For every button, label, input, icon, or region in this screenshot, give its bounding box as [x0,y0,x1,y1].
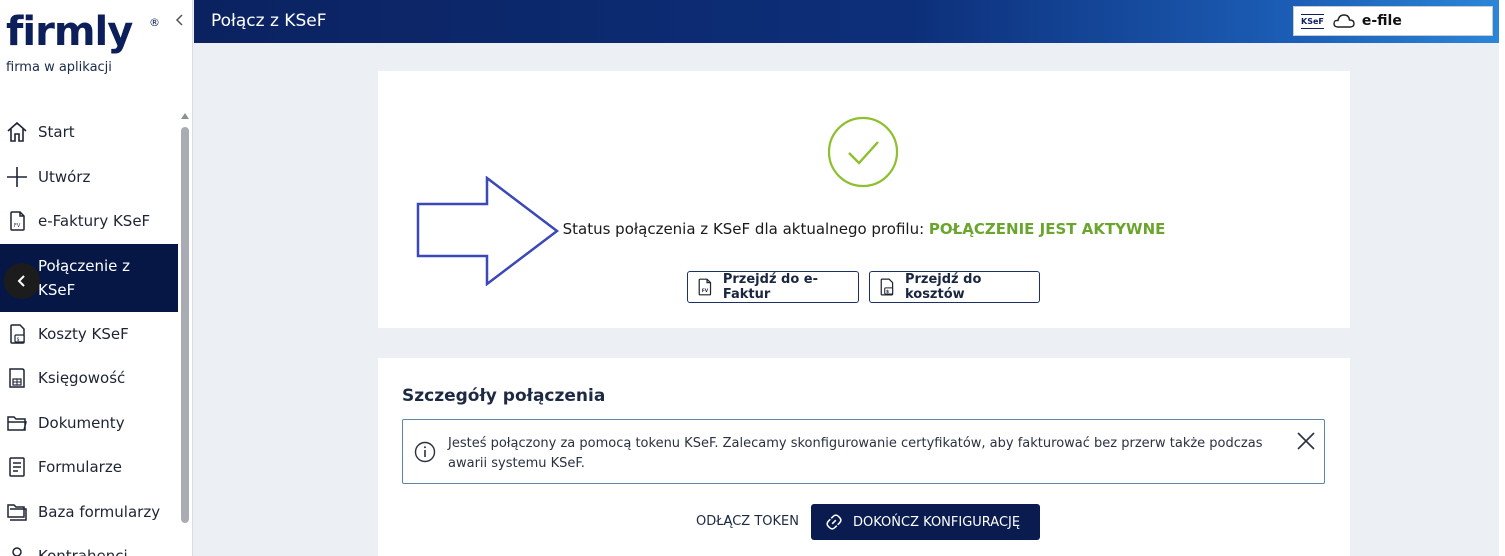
invoice-icon: FV [698,278,712,296]
chevron-left-icon[interactable] [173,12,187,28]
link-icon [826,514,842,530]
cloud-icon [1333,14,1355,28]
logo-registered-mark: ® [149,16,160,29]
sidebar-item-polaczenie[interactable]: Połączenie z KSeF [0,243,178,312]
sidebar-item-label: Połączenie z KSeF [38,256,131,299]
back-arrow-icon [17,274,25,287]
folder-icon [7,416,27,431]
invoice-icon: FV [10,211,25,231]
sidebar-item-create[interactable]: Utwórz [0,155,178,200]
sidebar-item-kontrahenci[interactable]: Kontrahenci [0,534,178,556]
sidebar-item-formularze[interactable]: Formularze [0,445,178,490]
disconnect-token-button[interactable]: ODŁĄCZ TOKEN [696,514,799,529]
folders-icon [7,504,27,521]
button-label: Przejdź do e-Faktur [722,272,819,302]
details-title: Szczegóły połączenia [402,386,606,406]
scroll-thumb[interactable] [181,127,189,523]
status-prefix: Status połączenia z KSeF dla aktualnego … [562,220,929,238]
sidebar-item-label: Start [38,123,75,142]
sidebar-scrollbar[interactable] [180,113,190,556]
sidebar-nav: Start Utwórz FV e-Faktury KSeF Połączeni… [0,110,178,556]
info-alert: Jesteś połączony za pomocą tokenu KSeF. … [402,419,1325,484]
svg-text:FV: FV [702,288,709,294]
sidebar-item-koszty[interactable]: $ Koszty KSeF [0,312,178,357]
svg-text:FV: FV [14,223,21,229]
sidebar-item-efaktury[interactable]: FV e-Faktury KSeF [0,199,178,244]
finish-configuration-button[interactable]: DOKOŃCZ KONFIGURACJĘ [811,504,1040,540]
button-label: DOKOŃCZ KONFIGURACJĘ [853,514,1021,530]
sidebar-item-label: Baza formularzy [38,502,161,521]
check-circle-icon [827,116,899,188]
ledger-icon [9,368,25,388]
form-icon [9,457,25,477]
status-badge: POŁĄCZENIE JEST AKTYWNE [928,220,1166,238]
sidebar-item-ksiegowosc[interactable]: Księgowość [0,356,178,401]
sidebar-item-label: Utwórz [38,167,91,186]
go-to-koszty-button[interactable]: $ Przejdź do kosztów [869,271,1040,303]
sidebar-item-baza-formularzy[interactable]: Baza formularzy [0,490,178,535]
sidebar: firmly ® firma w aplikacji Start Utwórz … [0,0,193,556]
svg-text:$: $ [886,289,889,295]
button-label: Przejdź do kosztów [904,272,982,302]
scroll-up-arrow[interactable] [181,113,189,119]
logo-tagline: firma w aplikacji [6,60,112,75]
sidebar-item-label: Dokumenty [38,413,125,432]
sidebar-item-dokumenty[interactable]: Dokumenty [0,401,178,446]
close-icon[interactable] [1296,431,1316,451]
page-title: Połącz z KSeF [211,11,327,31]
sidebar-item-label: Kontrahenci [38,547,128,556]
logo[interactable]: firmly ® firma w aplikacji [6,9,160,75]
person-icon [12,547,22,556]
annotation-arrow-icon [416,176,560,286]
efile-label: e-file [1361,13,1402,29]
sidebar-item-label: e-Faktury KSeF [38,212,151,231]
logo-wordmark: firmly [6,9,133,55]
costs-icon: $ [10,324,25,344]
go-to-efaktury-button[interactable]: FV Przejdź do e-Faktur [687,271,859,303]
svg-text:$: $ [17,337,20,343]
info-message: Jesteś połączony za pomocą tokenu KSeF. … [448,436,1263,471]
back-button[interactable] [4,262,40,299]
sidebar-item-label: Księgowość [38,369,126,388]
efile-button[interactable]: KSeF e-file [1293,6,1493,36]
sidebar-item-label: Formularze [38,458,122,477]
sidebar-item-start[interactable]: Start [0,110,178,155]
info-icon [414,441,436,463]
home-icon [7,122,27,143]
top-bar: Połącz z KSeF KSeF e-file [194,0,1499,43]
details-card: Szczegóły połączenia Jesteś połączony za… [378,358,1350,556]
costs-icon: $ [880,278,894,296]
plus-icon [7,166,27,187]
ksef-badge: KSeF [1301,13,1324,29]
sidebar-item-label: Koszty KSeF [38,324,129,343]
window-edge [1499,0,1505,556]
